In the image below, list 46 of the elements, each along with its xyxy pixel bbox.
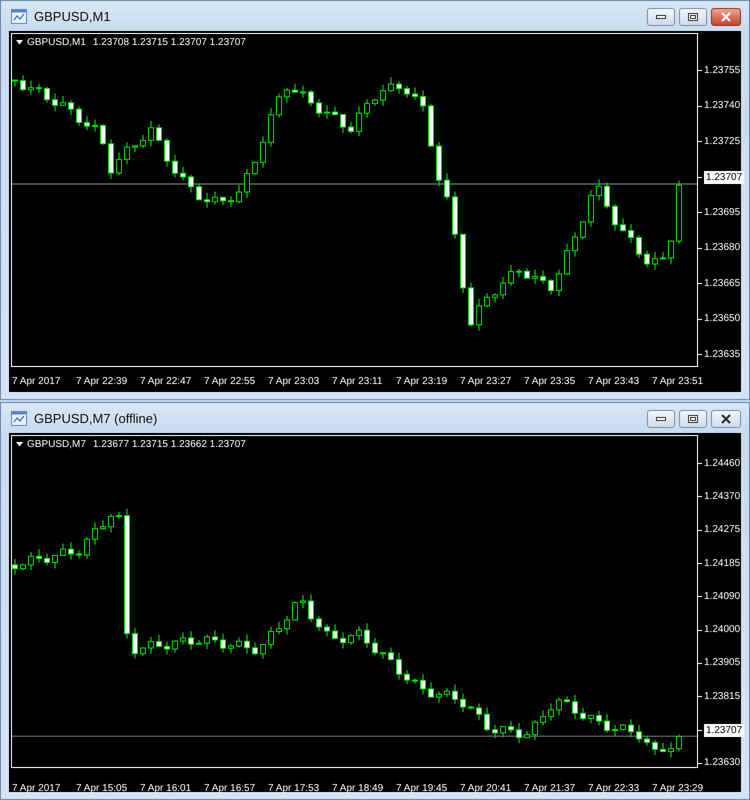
time-tick-label: 7 Apr 18:49 (332, 782, 384, 795)
dropdown-triangle-icon[interactable] (16, 442, 23, 447)
chart-window-icon (11, 8, 27, 24)
current-price-label: 1.23707 (704, 724, 744, 737)
maximize-icon (688, 13, 698, 21)
time-tick-label: 7 Apr 23:03 (268, 374, 320, 388)
window-title: GBPUSD,M7 (offline) (34, 410, 158, 426)
time-tick-label: 7 Apr 23:19 (396, 374, 448, 388)
current-price-label: 1.23707 (704, 170, 744, 184)
time-tick-label: 7 Apr 20:41 (460, 782, 512, 795)
maximize-button[interactable] (679, 410, 707, 428)
time-tick-label: 7 Apr 23:51 (652, 374, 704, 388)
time-tick-label: 7 Apr 22:33 (588, 782, 640, 795)
chart-window-icon (11, 410, 27, 426)
time-tick-label: 7 Apr 19:45 (396, 782, 448, 795)
time-tick-label: 7 Apr 2017 (12, 782, 62, 795)
close-icon (720, 414, 732, 424)
time-tick-label: 7 Apr 15:05 (76, 782, 128, 795)
chart-quote: 1.23677 1.23715 1.23662 1.23707 (92, 439, 246, 450)
close-button[interactable] (711, 410, 741, 428)
time-tick-label: 7 Apr 16:57 (204, 782, 256, 795)
dropdown-triangle-icon[interactable] (16, 40, 23, 45)
time-tick-label: 7 Apr 2017 (12, 374, 62, 388)
minimize-button[interactable] (647, 8, 675, 26)
time-tick-label: 7 Apr 22:55 (204, 374, 256, 388)
time-tick-label: 7 Apr 22:47 (140, 374, 192, 388)
minimize-button[interactable] (647, 410, 675, 428)
time-tick-label: 7 Apr 21:37 (524, 782, 576, 795)
chart-symbol: GBPUSD,M7 (27, 439, 86, 450)
close-icon (720, 12, 732, 22)
chart-symbol: GBPUSD,M1 (27, 37, 86, 48)
minimize-icon (656, 417, 666, 421)
time-tick-label: 7 Apr 23:27 (460, 374, 512, 388)
minimize-icon (656, 15, 666, 19)
time-tick-label: 7 Apr 17:53 (268, 782, 320, 795)
time-tick-label: 7 Apr 22:39 (76, 374, 128, 388)
time-tick-label: 7 Apr 23:43 (588, 374, 640, 388)
window-title: GBPUSD,M1 (34, 8, 111, 24)
chart-quote: 1.23708 1.23715 1.23707 1.23707 (92, 37, 246, 48)
close-button[interactable] (711, 8, 741, 26)
time-tick-label: 7 Apr 23:29 (652, 782, 704, 795)
time-tick-label: 7 Apr 16:01 (140, 782, 192, 795)
maximize-button[interactable] (679, 8, 707, 26)
time-tick-label: 7 Apr 23:35 (524, 374, 576, 388)
maximize-icon (688, 415, 698, 423)
time-tick-label: 7 Apr 23:11 (332, 374, 384, 388)
